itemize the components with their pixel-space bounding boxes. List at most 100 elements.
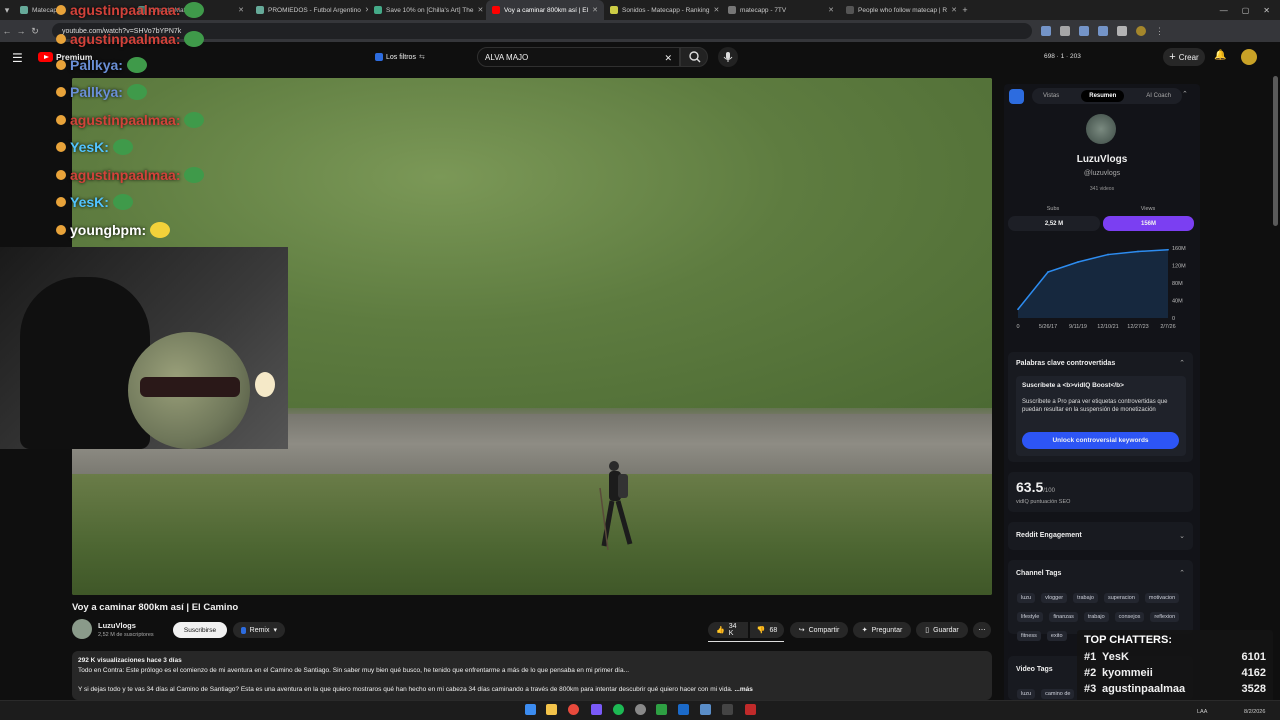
channel-avatar[interactable] bbox=[72, 619, 92, 639]
forward-icon[interactable]: → bbox=[14, 26, 28, 36]
extension-icon[interactable] bbox=[1079, 26, 1089, 36]
like-button[interactable]: 👍 34 K bbox=[708, 622, 748, 638]
obs-icon[interactable] bbox=[635, 704, 646, 715]
tag-chip[interactable]: exito bbox=[1046, 631, 1067, 641]
tab-ai-coach[interactable]: AI Coach bbox=[1146, 93, 1171, 99]
ask-button[interactable]: ✦ Preguntar bbox=[853, 622, 911, 638]
tag-chip[interactable]: reflexion bbox=[1150, 612, 1180, 622]
tab-label: People who follow matecap | R bbox=[858, 6, 948, 14]
close-icon[interactable]: ✕ bbox=[477, 6, 483, 14]
chevron-up-icon[interactable]: ⌃ bbox=[1179, 569, 1185, 577]
tag-chip[interactable]: camino de bbox=[1041, 689, 1075, 699]
close-icon[interactable]: ✕ bbox=[828, 6, 834, 14]
profile-icon[interactable] bbox=[1136, 26, 1146, 36]
chevron-down-icon[interactable]: ⌄ bbox=[1179, 532, 1185, 540]
chart-x-tick-label: 5/26/17 bbox=[1039, 324, 1057, 330]
page-scrollbar[interactable] bbox=[1273, 76, 1278, 226]
terminal-icon[interactable] bbox=[722, 704, 733, 715]
reload-icon[interactable]: ↻ bbox=[28, 26, 42, 37]
tag-chip[interactable]: luzu bbox=[1017, 689, 1036, 699]
notifications-bell-icon[interactable]: 🔔 bbox=[1214, 50, 1226, 61]
close-icon[interactable]: ✕ bbox=[238, 6, 244, 14]
chrome-icon[interactable] bbox=[568, 704, 579, 715]
extension-icon[interactable] bbox=[1041, 26, 1051, 36]
tab-5[interactable]: Sonidos - Matecapp - Ranking ✕ bbox=[604, 0, 722, 20]
tab-search-icon[interactable]: ▾ bbox=[0, 5, 14, 16]
extension-icon[interactable] bbox=[1098, 26, 1108, 36]
tab-2[interactable]: PROMIEDOS - Futbol Argentino ✕ bbox=[250, 0, 368, 20]
clear-search-icon[interactable]: ✕ bbox=[664, 53, 672, 64]
subs-toggle[interactable]: 2,52 M bbox=[1008, 216, 1100, 231]
window-close-icon[interactable]: ✕ bbox=[1263, 6, 1270, 15]
tag-chip[interactable]: luzu bbox=[1017, 593, 1036, 603]
tab-label: Sonidos - Matecapp - Ranking bbox=[622, 6, 710, 14]
chat-badge-icon bbox=[56, 197, 66, 207]
tag-chip[interactable]: superacion bbox=[1103, 593, 1139, 603]
tag-chip[interactable]: vlogger bbox=[1041, 593, 1068, 603]
file-explorer-icon[interactable] bbox=[546, 704, 557, 715]
unlock-keywords-button[interactable]: Unlock controversial keywords bbox=[1022, 432, 1179, 449]
close-icon[interactable]: ✕ bbox=[951, 6, 957, 14]
channel-tags-label: Channel Tags bbox=[1016, 570, 1062, 577]
more-link[interactable]: ...más bbox=[734, 686, 752, 693]
spotify-icon[interactable] bbox=[613, 704, 624, 715]
tag-chip[interactable]: fitness bbox=[1017, 631, 1041, 641]
maximize-icon[interactable]: ▢ bbox=[1242, 6, 1250, 15]
system-clock[interactable]: 8/2/2026 bbox=[1244, 709, 1265, 715]
subscribe-button[interactable]: Suscribirse bbox=[173, 622, 227, 638]
avatar[interactable] bbox=[1241, 49, 1257, 65]
like-ratio-bar bbox=[708, 641, 784, 642]
chart-point bbox=[1017, 308, 1019, 311]
tab-resumen[interactable]: Resumen bbox=[1081, 90, 1125, 102]
tab-3[interactable]: Save 10% on [Chilla's Art] The ✕ bbox=[368, 0, 486, 20]
bookmark-icon[interactable] bbox=[1060, 26, 1070, 36]
back-icon[interactable]: ← bbox=[0, 26, 14, 36]
minimize-icon[interactable]: — bbox=[1220, 6, 1228, 15]
windows-start-icon[interactable] bbox=[525, 704, 536, 715]
save-button[interactable]: ▯ Guardar bbox=[916, 622, 968, 638]
reddit-engagement-card[interactable]: Reddit Engagement ⌄ bbox=[1008, 522, 1193, 550]
tag-chip[interactable]: lifestyle bbox=[1017, 612, 1044, 622]
remix-button[interactable]: Remix ▾ bbox=[233, 622, 285, 638]
close-icon[interactable]: ✕ bbox=[592, 6, 598, 14]
search-input[interactable]: ALVA MAJO ✕ bbox=[477, 47, 680, 67]
tab-vistas[interactable]: Vistas bbox=[1043, 93, 1059, 99]
reddit-label: Reddit Engagement bbox=[1016, 532, 1082, 539]
discord-icon[interactable] bbox=[591, 704, 602, 715]
close-icon[interactable]: ✕ bbox=[713, 6, 719, 14]
hamburger-menu-icon[interactable]: ☰ bbox=[12, 51, 23, 65]
tag-chip[interactable]: trabajo bbox=[1073, 593, 1098, 603]
video-description[interactable]: 292 K visualizaciones hace 3 días Todo e… bbox=[72, 651, 992, 700]
collapse-chevron-icon[interactable]: ⌃ bbox=[1182, 90, 1188, 98]
channel-name[interactable]: LuzuVlogs bbox=[98, 621, 136, 630]
chat-message: youngbpm: bbox=[56, 222, 171, 238]
chat-message: Pallkya: bbox=[56, 84, 147, 100]
app-icon[interactable] bbox=[700, 704, 711, 715]
chat-badge-icon bbox=[56, 60, 66, 70]
app-icon[interactable] bbox=[656, 704, 667, 715]
tab-4[interactable]: Voy a caminar 800km así | El ✕ bbox=[486, 0, 604, 20]
extension-icon[interactable] bbox=[1117, 26, 1127, 36]
new-tab-icon[interactable]: + bbox=[958, 5, 972, 15]
tag-chip[interactable]: consejos bbox=[1114, 612, 1145, 622]
tag-chip[interactable]: motivacion bbox=[1144, 593, 1180, 603]
vidiq-filters-button[interactable]: Los filtros ⇆ bbox=[375, 50, 425, 64]
more-actions-button[interactable]: ⋯ bbox=[973, 622, 991, 638]
app-icon[interactable] bbox=[745, 704, 756, 715]
dislike-button[interactable]: 👎 68 bbox=[750, 622, 784, 638]
chat-badge-icon bbox=[56, 225, 66, 235]
share-button[interactable]: ↪ Compartir bbox=[790, 622, 848, 638]
views-toggle[interactable]: 156M bbox=[1103, 216, 1194, 231]
voice-search-button[interactable] bbox=[718, 47, 738, 67]
tag-chip[interactable]: finanzas bbox=[1049, 612, 1078, 622]
steam-icon[interactable] bbox=[678, 704, 689, 715]
menu-dots-icon[interactable]: ⋮ bbox=[1155, 26, 1164, 36]
create-button[interactable]: + Crear bbox=[1163, 48, 1205, 66]
chevron-up-icon[interactable]: ⌃ bbox=[1179, 359, 1185, 367]
youtube-logo-icon[interactable] bbox=[38, 52, 53, 62]
tag-chip[interactable]: trabajo bbox=[1083, 612, 1109, 622]
tab-6[interactable]: matecapp - 7TV ✕ bbox=[722, 0, 840, 20]
tab-7[interactable]: People who follow matecap | R ✕ bbox=[840, 0, 958, 20]
language-indicator[interactable]: LAA bbox=[1197, 709, 1207, 715]
search-button[interactable] bbox=[680, 47, 708, 67]
